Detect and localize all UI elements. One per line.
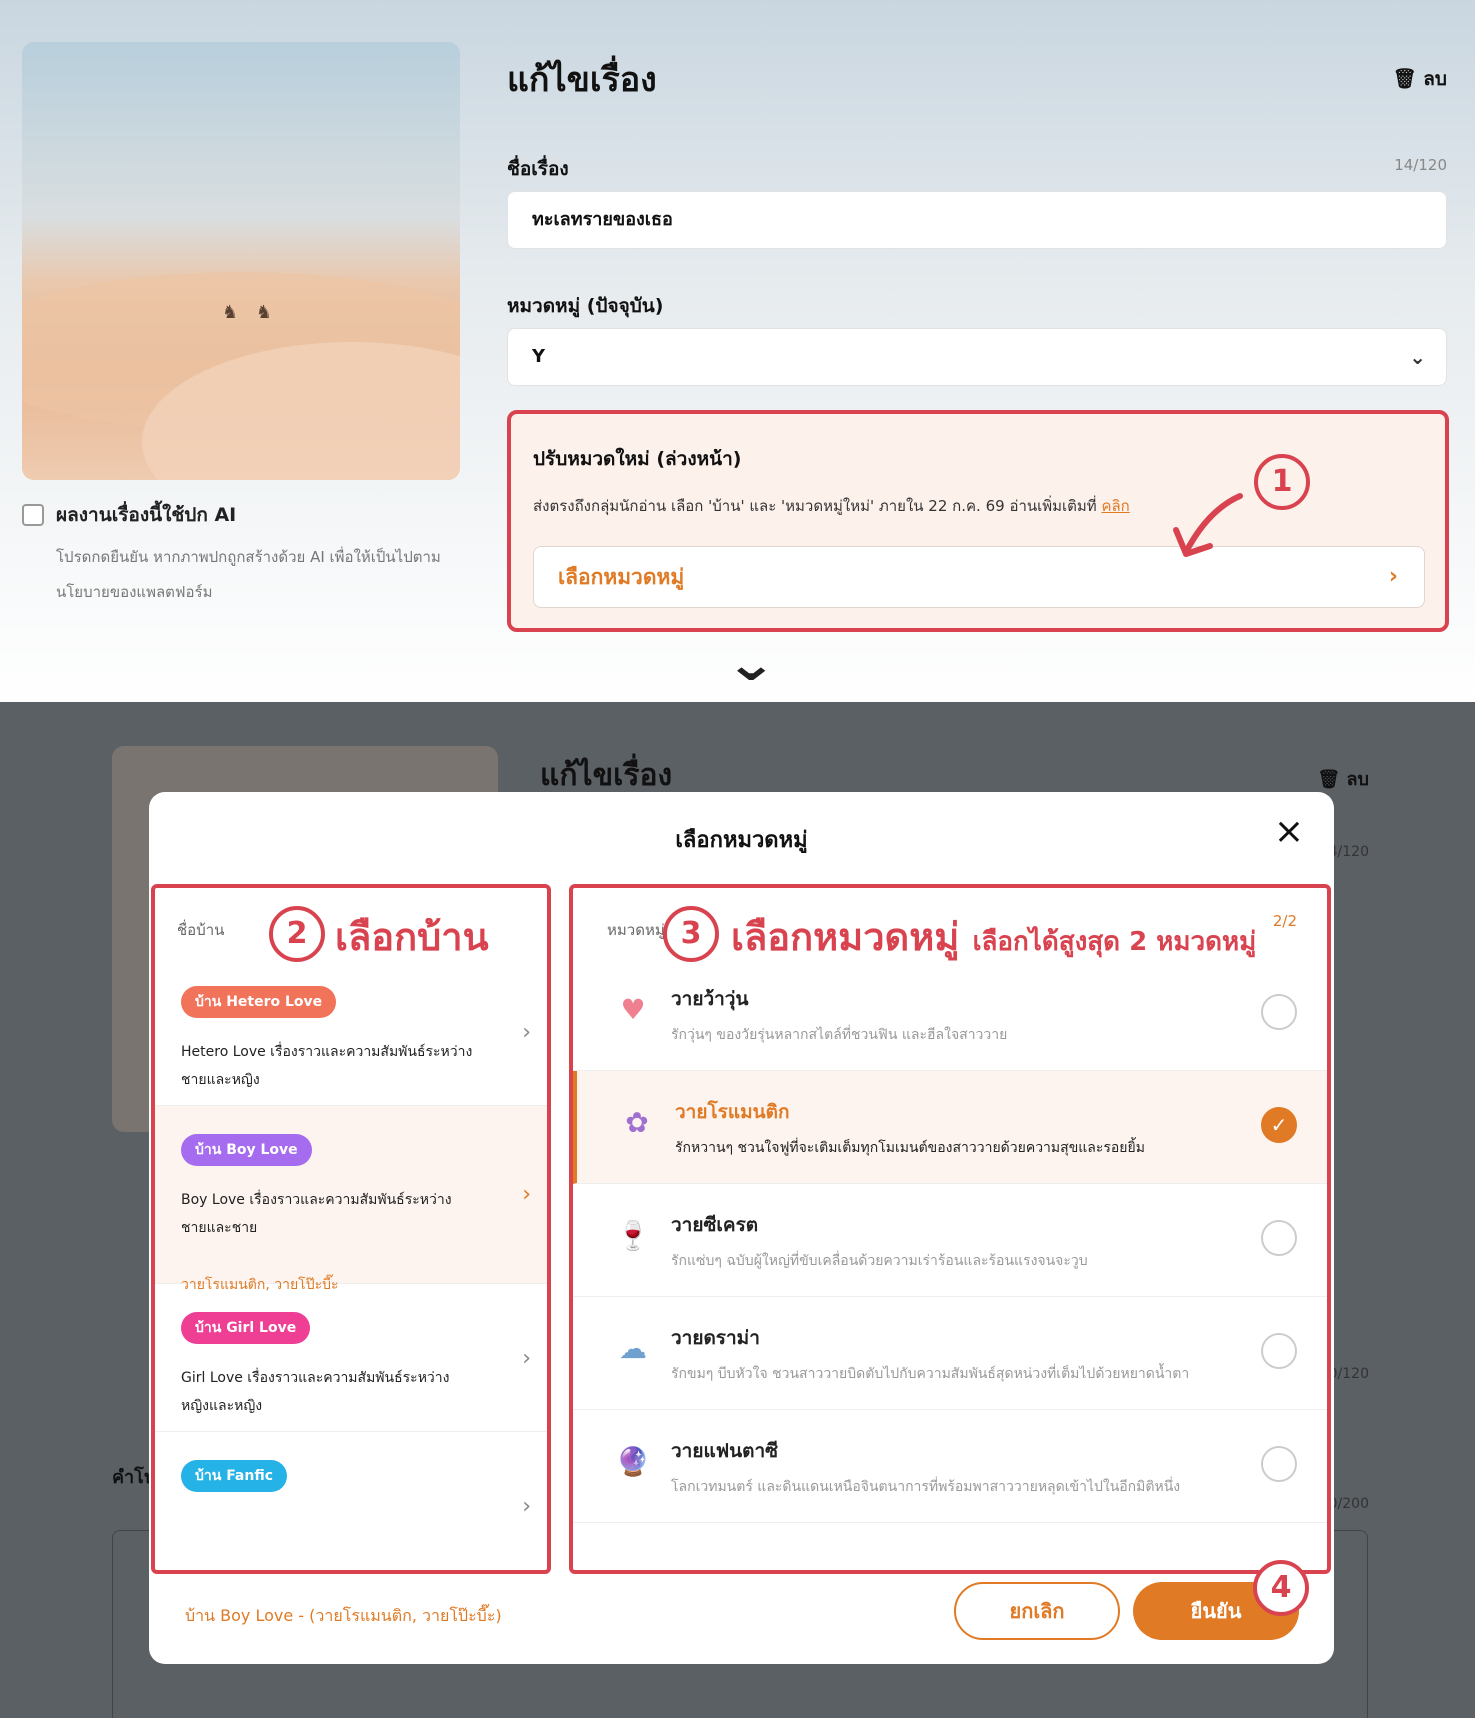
category-label: หมวดหมู่ (ปัจจุบัน)	[507, 295, 664, 317]
choose-category-label: เลือกหมวดหมู่	[558, 565, 685, 589]
category-select[interactable]: Y ⌄	[507, 328, 1447, 386]
choose-category-button[interactable]: เลือกหมวดหมู่ ›	[533, 546, 1425, 608]
edit-story-page: ♞ ♞ ผลงานเรื่องนี้ใช้ปก AI โปรดกดยืนยัน …	[0, 0, 1475, 702]
choose-category-modal: เลือกหมวดหมู่ × ชื่อบ้าน 2 เลือกบ้าน บ้า…	[149, 792, 1334, 1664]
house-description: Hetero Love เรื่องราวและความสัมพันธ์ระหว…	[181, 1044, 473, 1088]
category-radio[interactable]	[1261, 1220, 1297, 1256]
background-count: 0/120	[1328, 1366, 1369, 1382]
category-description: โลกเวทมนตร์ และดินแดนเหนือจินตนาการที่พร…	[671, 1479, 1181, 1495]
new-category-description: ส่งตรงถึงกลุ่มนักอ่าน เลือก 'บ้าน' และ '…	[533, 494, 1130, 518]
houses-header: ชื่อบ้าน	[177, 921, 225, 939]
category-description: รักขมๆ บีบหัวใจ ชวนสาววายบิดตับไปกับความ…	[671, 1366, 1190, 1382]
category-name: วายว้าวุ่น	[671, 988, 749, 1010]
read-more-link[interactable]: คลิก	[1101, 497, 1129, 515]
category-item[interactable]: ♥ วายว้าวุ่น รักวุ่นๆ ของวัยรุ่นหลากสไตล…	[573, 958, 1327, 1071]
arrow-down-icon: ⌄	[724, 636, 778, 692]
wine-icon: 🍷	[615, 1219, 651, 1252]
category-description: รักวุ่นๆ ของวัยรุ่นหลากสไตล์ที่ชวนฟิน แล…	[671, 1027, 1008, 1043]
category-item[interactable]: 🔮 วายแฟนตาซี โลกเวทมนตร์ และดินแดนเหนือจ…	[573, 1410, 1327, 1523]
category-radio[interactable]	[1261, 1333, 1297, 1369]
category-value: Y	[532, 346, 546, 367]
story-name-count: 14/120	[1394, 156, 1447, 174]
background-count: 4/120	[1328, 844, 1369, 860]
trash-icon: 🗑	[1392, 68, 1417, 90]
background-delete: 🗑 ลบ	[1317, 764, 1369, 793]
chevron-right-icon: ›	[522, 1020, 531, 1045]
lavender-icon: ✿	[625, 1106, 649, 1139]
category-description: รักแซ่บๆ ฉบับผู้ใหญ่ที่ขับเคลื่อนด้วยควา…	[671, 1253, 1088, 1269]
house-badge: บ้าน Boy Love	[181, 1134, 312, 1166]
house-description: Boy Love เรื่องราวและความสัมพันธ์ระหว่าง…	[181, 1192, 452, 1236]
footer-selection-summary: บ้าน Boy Love - (วายโรแมนติก, วายโป๊ะบี๊…	[185, 1606, 502, 1625]
cancel-button[interactable]: ยกเลิก	[954, 1582, 1120, 1640]
annotation-step-3-title: เลือกหมวดหมู่	[731, 915, 960, 959]
category-description: รักหวานๆ ชวนใจฟูที่จะเติมเต็มทุกโมเมนต์ข…	[675, 1140, 1145, 1156]
rain-cloud-icon: ☁	[619, 1332, 647, 1365]
ai-cover-checkbox[interactable]	[22, 504, 44, 526]
house-badge: บ้าน Hetero Love	[181, 986, 337, 1018]
house-badge: บ้าน Fanfic	[181, 1460, 288, 1492]
story-name-input[interactable]: ทะเลทรายของเธอ	[507, 191, 1447, 249]
crystal-ball-icon: 🔮	[615, 1445, 651, 1478]
story-name-label: ชื่อเรื่อง	[507, 158, 569, 180]
annotation-step-3: 3	[663, 906, 719, 962]
delete-label: ลบ	[1423, 68, 1447, 90]
house-list-panel: ชื่อบ้าน 2 เลือกบ้าน บ้าน Hetero Love He…	[151, 884, 551, 1574]
trash-icon: 🗑	[1317, 769, 1341, 790]
new-category-panel: ปรับหมวดใหม่ (ล่วงหน้า) ส่งตรงถึงกลุ่มนั…	[507, 410, 1449, 632]
annotation-step-4: 4	[1253, 1560, 1309, 1616]
house-badge: บ้าน Girl Love	[181, 1312, 311, 1344]
category-item[interactable]: ✿ วายโรแมนติก รักหวานๆ ชวนใจฟูที่จะเติมเ…	[573, 1071, 1327, 1184]
ai-cover-description: โปรดกดยืนยัน หากภาพปกถูกสร้างด้วย AI เพื…	[56, 548, 441, 601]
category-name: วายดราม่า	[671, 1327, 760, 1349]
house-item-fanfic[interactable]: บ้าน Fanfic ›	[155, 1432, 547, 1570]
modal-title: เลือกหมวดหมู่	[675, 828, 808, 853]
annotation-step-3-number: 3	[680, 916, 702, 951]
cover-image[interactable]: ♞ ♞	[22, 42, 460, 480]
house-item-girl-love[interactable]: บ้าน Girl Love Girl Love เรื่องราวและควา…	[155, 1284, 547, 1432]
page-title: แก้ไขเรื่อง	[507, 60, 657, 100]
ai-cover-label: ผลงานเรื่องนี้ใช้ปก AI	[56, 504, 237, 526]
chevron-right-icon: ›	[522, 1494, 531, 1519]
new-category-title: ปรับหมวดใหม่ (ล่วงหน้า)	[533, 448, 742, 470]
chevron-right-icon: ›	[522, 1182, 531, 1207]
categories-header: หมวดหมู่	[607, 921, 665, 939]
background-count: 0/200	[1328, 1496, 1369, 1512]
category-item[interactable]: ☁ วายดราม่า รักขมๆ บีบหัวใจ ชวนสาววายบิด…	[573, 1297, 1327, 1410]
chevron-right-icon: ›	[1388, 564, 1398, 589]
annotation-arrow-icon	[1173, 493, 1243, 557]
background-delete-label: ลบ	[1346, 769, 1369, 790]
annotation-step-3-subtitle: เลือกได้สูงสุด 2 หมวดหมู่	[972, 927, 1257, 957]
close-icon[interactable]: ×	[1274, 814, 1304, 850]
house-item-hetero-love[interactable]: บ้าน Hetero Love Hetero Love เรื่องราวแล…	[155, 958, 547, 1106]
annotation-step-1: 1	[1254, 454, 1310, 510]
house-description: Girl Love เรื่องราวและความสัมพันธ์ระหว่า…	[181, 1370, 450, 1414]
chevron-right-icon: ›	[522, 1346, 531, 1371]
house-item-boy-love[interactable]: บ้าน Boy Love Boy Love เรื่องราวและความส…	[155, 1106, 547, 1293]
selection-counter: 2/2	[1272, 912, 1297, 930]
category-radio[interactable]	[1261, 1446, 1297, 1482]
category-name: วายซีเครต	[671, 1214, 759, 1236]
new-category-desc-text: ส่งตรงถึงกลุ่มนักอ่าน เลือก 'บ้าน' และ '…	[533, 497, 1097, 515]
category-list-panel: หมวดหมู่ 3 เลือกหมวดหมู่ เลือกได้สูงสุด …	[569, 884, 1331, 1574]
category-radio[interactable]	[1261, 994, 1297, 1030]
category-item[interactable]: 🍷 วายซีเครต รักแซ่บๆ ฉบับผู้ใหญ่ที่ขับเค…	[573, 1184, 1327, 1297]
category-name: วายแฟนตาซี	[671, 1440, 779, 1462]
camel-figures: ♞ ♞	[222, 302, 278, 323]
chevron-down-icon: ⌄	[1409, 345, 1426, 369]
heart-icon: ♥	[620, 993, 646, 1026]
delete-button[interactable]: 🗑 ลบ	[1393, 64, 1447, 94]
category-name: วายโรแมนติก	[675, 1101, 790, 1123]
category-radio-checked[interactable]: ✓	[1261, 1107, 1297, 1143]
annotation-step-2: 2	[269, 906, 325, 962]
